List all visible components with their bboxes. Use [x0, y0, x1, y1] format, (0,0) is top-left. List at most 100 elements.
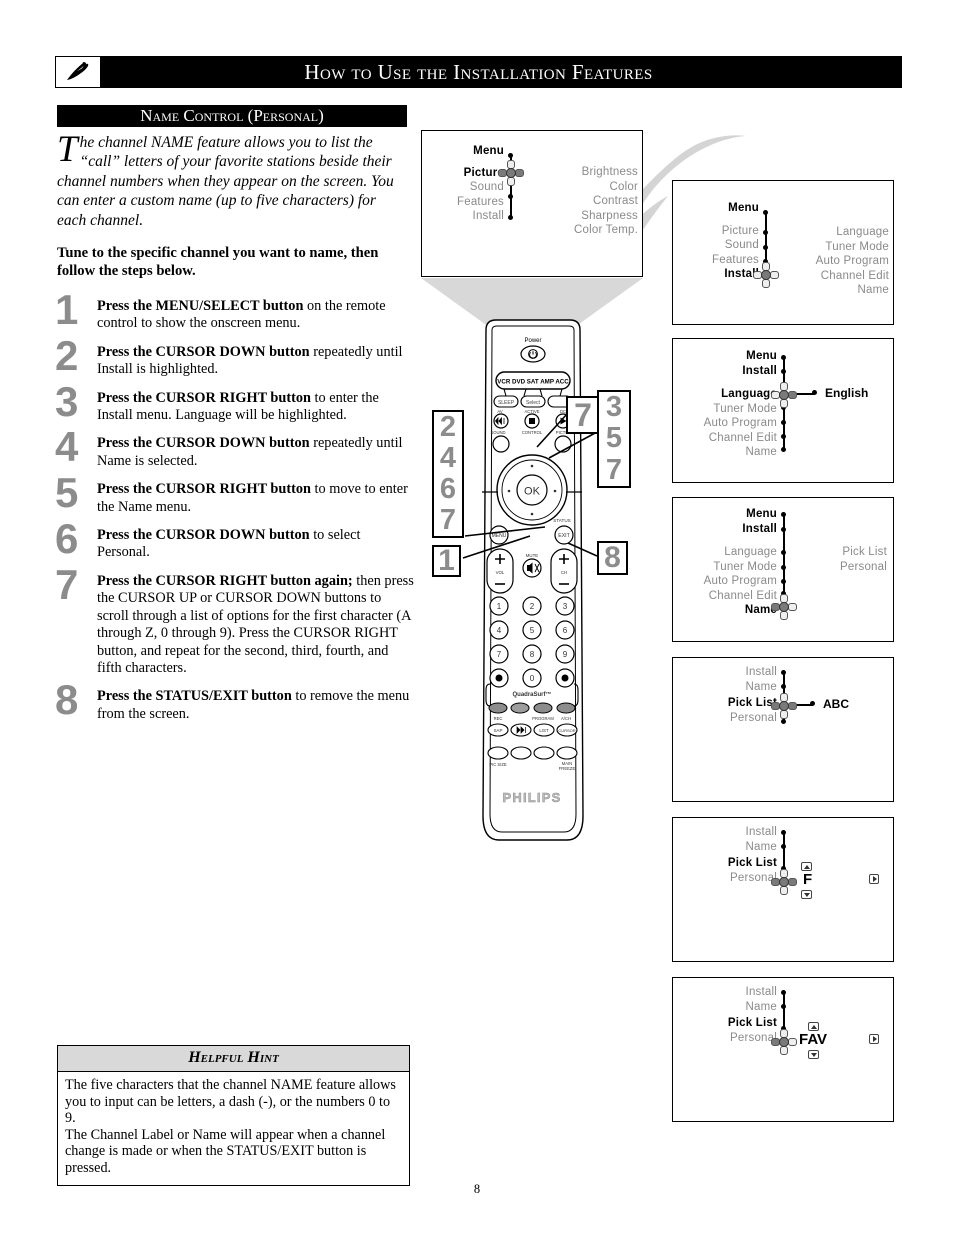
submenu-item[interactable]: Channel Edit — [781, 269, 889, 284]
menu-item[interactable]: Install — [673, 267, 759, 282]
svg-text:Power: Power — [524, 338, 541, 344]
menu-item[interactable]: Channel Edit — [673, 589, 777, 604]
submenu-item[interactable]: Auto Program — [781, 254, 889, 269]
helpful-hint-box: Helpful Hint The five characters that th… — [57, 1045, 410, 1186]
install-highlighted-screen: Menu Picture Sound Features Install Lang… — [672, 180, 894, 325]
screen3-breadcrumb: Menu Install — [673, 507, 777, 536]
menu-node — [508, 215, 514, 220]
svg-text:CH: CH — [561, 570, 567, 575]
submenu-item[interactable]: Name — [781, 283, 889, 298]
step-text: Press the STATUS/EXIT button to remove t… — [97, 688, 410, 722]
svg-text:ACTIVE: ACTIVE — [524, 409, 539, 414]
step-text: Press the CURSOR DOWN button to select P… — [97, 527, 361, 561]
menu-node — [508, 153, 514, 158]
step-item: 5 Press the CURSOR RIGHT button to move t… — [55, 472, 415, 516]
menu-item[interactable]: Features — [673, 253, 759, 268]
menu-item[interactable]: Sound — [422, 180, 504, 195]
character-value: F — [803, 871, 813, 888]
submenu-item[interactable]: Personal — [813, 560, 887, 575]
menu-item[interactable]: Channel Edit — [673, 431, 777, 446]
callout-steps-2467: 2 4 6 7 — [432, 410, 464, 538]
breadcrumb-item: Install — [745, 666, 777, 678]
svg-text:PHILIPS: PHILIPS — [503, 790, 562, 805]
cursor-down-icon — [801, 890, 812, 899]
breadcrumb-item: Menu — [746, 508, 777, 520]
screen1-right-column: Language Tuner Mode Auto Program Channel… — [781, 225, 889, 298]
submenu-item[interactable]: Tuner Mode — [781, 240, 889, 255]
menu-item[interactable]: Sound — [673, 238, 759, 253]
submenu-item[interactable]: Pick List — [813, 545, 887, 560]
svg-text:9: 9 — [563, 650, 568, 659]
menu-item[interactable]: Personal — [673, 871, 777, 886]
menu-node — [763, 210, 769, 215]
submenu-item[interactable]: Language — [781, 225, 889, 240]
submenu-item[interactable]: Brightness — [540, 165, 638, 180]
menu-item[interactable]: Language — [673, 545, 777, 560]
submenu-item[interactable]: Color Temp. — [540, 223, 638, 238]
svg-text:VCR DVD SAT AMP ACC: VCR DVD SAT AMP ACC — [497, 379, 569, 386]
menu-item[interactable]: Auto Program — [673, 574, 777, 589]
menu-item[interactable]: Tuner Mode — [673, 560, 777, 575]
menu-node — [781, 990, 787, 995]
menu-item[interactable]: Picture — [673, 224, 759, 239]
svg-text:5: 5 — [530, 626, 535, 635]
personal-fav-screen: Install Name Pick List Personal FAV — [672, 977, 894, 1122]
callout-steps-357: 3 5 7 — [597, 390, 631, 488]
menu-item[interactable]: Features — [422, 195, 504, 210]
value-node — [812, 390, 818, 395]
menu-item[interactable]: Pick List — [673, 856, 777, 871]
screen1-left-column: Menu Picture Sound Features Install — [673, 201, 759, 282]
name-selected-screen: Menu Install Language Tuner Mode Auto Pr… — [672, 497, 894, 642]
screen-title: Menu — [728, 202, 759, 214]
step-text: Press the CURSOR RIGHT button again; the… — [97, 572, 414, 676]
callout-step-7: 7 — [566, 396, 600, 434]
submenu-item[interactable]: Color — [540, 180, 638, 195]
step-text: Press the CURSOR DOWN button repeatedly … — [97, 343, 403, 378]
menu-item[interactable]: Language — [673, 387, 777, 402]
menu-item[interactable]: Pick List — [673, 1016, 777, 1031]
menu-node — [781, 565, 787, 570]
main-menu-left-column: Menu Picture Sound Features Install — [422, 144, 504, 224]
step-item: 2 Press the CURSOR DOWN button repeatedly… — [55, 334, 415, 379]
svg-text:6: 6 — [563, 626, 568, 635]
callout-step-8: 8 — [597, 541, 628, 575]
intro-dropcap: T — [57, 129, 78, 170]
submenu-item[interactable]: Sharpness — [540, 209, 638, 224]
svg-text:CONTROL: CONTROL — [522, 430, 543, 435]
menu-item[interactable]: Auto Program — [673, 416, 777, 431]
step-item: 1 Press the MENU/SELECT button on the rem… — [55, 289, 415, 333]
step-item: 7 Press the CURSOR RIGHT button again; th… — [55, 563, 415, 677]
screen3-left-column: Language Tuner Mode Auto Program Channel… — [673, 545, 777, 618]
cursor-right-icon — [869, 1034, 879, 1044]
main-menu-right-column: Brightness Color Contrast Sharpness Colo… — [540, 165, 638, 238]
page-title: How to Use the Installation Features — [304, 59, 653, 84]
menu-node — [781, 447, 787, 452]
menu-item[interactable]: Tuner Mode — [673, 402, 777, 417]
svg-text:A/CH: A/CH — [561, 716, 571, 721]
cursor-pad-icon — [771, 869, 797, 895]
selected-value: ABC — [823, 697, 849, 711]
value-node — [810, 701, 816, 706]
breadcrumb-item: Name — [745, 840, 777, 853]
menu-item[interactable]: Picture — [422, 166, 504, 181]
submenu-item[interactable]: Contrast — [540, 194, 638, 209]
menu-item[interactable]: Personal — [673, 1031, 777, 1046]
step-number: 7 — [55, 560, 78, 608]
menu-item[interactable]: Name — [673, 445, 777, 460]
svg-text:REC: REC — [494, 716, 503, 721]
helpful-hint-body: The five characters that the channel NAM… — [58, 1072, 409, 1185]
step-action: Press the CURSOR RIGHT button — [97, 481, 311, 498]
cursor-right-icon — [869, 874, 879, 884]
menu-item[interactable]: Personal — [673, 711, 777, 726]
svg-text:MUTE: MUTE — [526, 553, 539, 558]
menu-item[interactable]: Install — [422, 209, 504, 224]
svg-text:MENU: MENU — [492, 533, 507, 539]
screen5-left-column: Pick List Personal — [673, 856, 777, 885]
menu-node — [781, 550, 787, 555]
steps-list: 1 Press the MENU/SELECT button on the rem… — [55, 289, 415, 732]
step-text: Press the CURSOR RIGHT button to move to… — [97, 481, 408, 515]
breadcrumb-item: Name — [745, 1000, 777, 1013]
menu-item[interactable]: Pick List — [673, 696, 777, 711]
menu-item[interactable]: Name — [673, 603, 777, 618]
svg-text:STATUS: STATUS — [553, 518, 570, 523]
